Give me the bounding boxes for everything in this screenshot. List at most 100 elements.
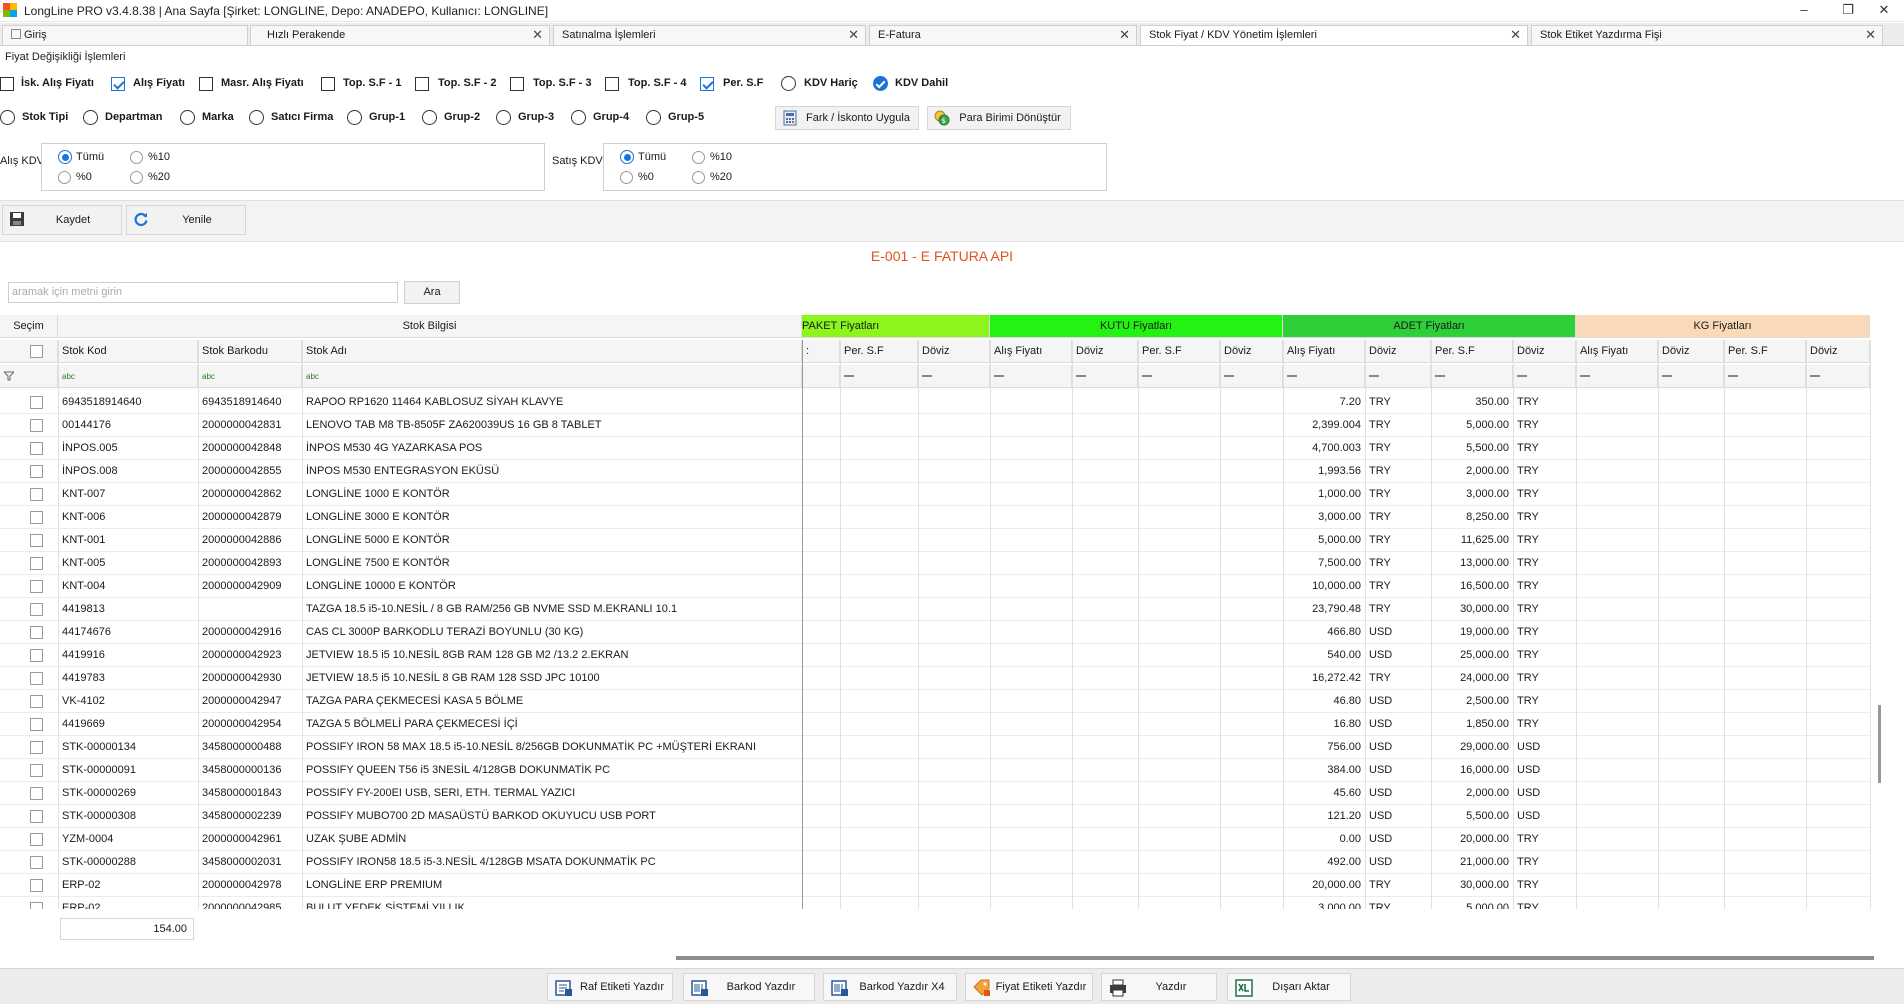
- table-row[interactable]: 6943518914640 6943518914640 RAPOO RP1620 1…: [0, 391, 1870, 414]
- col-paket-2[interactable]: Döviz: [918, 340, 990, 363]
- cell-adet-alis-doviz[interactable]: USD: [1365, 828, 1431, 851]
- table-row[interactable]: İNPOS.008 2000000042855 İNPOS M530 ENTEGRA…: [0, 460, 1870, 483]
- cell-adet-per-sf[interactable]: 3,000.00: [1431, 483, 1513, 506]
- cell-adet-per-sf-doviz[interactable]: TRY: [1513, 483, 1576, 506]
- table-row[interactable]: KNT-001 2000000042886 LONGLİNE 5000 E KONT…: [0, 529, 1870, 552]
- marka-radio[interactable]: [180, 110, 195, 125]
- col-kutu-3[interactable]: Döviz: [1220, 340, 1283, 363]
- col-kg-3[interactable]: Döviz: [1806, 340, 1870, 363]
- row-select-checkbox[interactable]: [30, 557, 43, 570]
- isk-alis-fiyati-checkbox[interactable]: [0, 77, 14, 91]
- row-select-checkbox[interactable]: [30, 465, 43, 478]
- cell-adet-per-sf[interactable]: 30,000.00: [1431, 874, 1513, 897]
- search-button[interactable]: Ara: [404, 281, 460, 304]
- select-all-header[interactable]: [0, 340, 58, 363]
- row-select-checkbox[interactable]: [30, 580, 43, 593]
- cell-adet-per-sf-doviz[interactable]: TRY: [1513, 437, 1576, 460]
- alis-kdv-tumu-radio[interactable]: [58, 150, 72, 164]
- tab-close-icon[interactable]: ✕: [1510, 26, 1521, 44]
- table-row[interactable]: İNPOS.005 2000000042848 İNPOS M530 4G YAZA…: [0, 437, 1870, 460]
- tab-close-icon[interactable]: ✕: [848, 26, 859, 44]
- filter-ku1[interactable]: [1072, 365, 1138, 388]
- row-select-checkbox[interactable]: [30, 764, 43, 777]
- select-all-checkbox[interactable]: [30, 345, 43, 358]
- cell-adet-alis-fiyati[interactable]: 1,000.00: [1283, 483, 1365, 506]
- cell-adet-alis-fiyati[interactable]: 3,000.00: [1283, 897, 1365, 909]
- filter-row-icon[interactable]: [0, 365, 58, 388]
- filter-code[interactable]: abc: [58, 365, 198, 388]
- row-select-checkbox[interactable]: [30, 649, 43, 662]
- vertical-scrollbar[interactable]: [1878, 705, 1881, 783]
- cell-adet-per-sf-doviz[interactable]: TRY: [1513, 414, 1576, 437]
- tab-close-icon[interactable]: ✕: [1865, 26, 1876, 44]
- masr-alis-fiyati-checkbox[interactable]: [199, 77, 213, 91]
- grup-3-radio[interactable]: [496, 110, 511, 125]
- yazdir-button[interactable]: Yazdır: [1101, 973, 1217, 1001]
- cell-adet-per-sf[interactable]: 1,850.00: [1431, 713, 1513, 736]
- tab-stok-etiket[interactable]: Stok Etiket Yazdırma Fişi ✕: [1531, 25, 1883, 45]
- cell-adet-per-sf[interactable]: 21,000.00: [1431, 851, 1513, 874]
- fiyat-etiketi-yazdir-button[interactable]: Fiyat Etiketi Yazdır: [965, 973, 1093, 1001]
- tab-satinalma[interactable]: Satınalma İşlemleri ✕: [553, 25, 866, 45]
- cell-adet-alis-doviz[interactable]: USD: [1365, 690, 1431, 713]
- grup-4-radio[interactable]: [571, 110, 586, 125]
- barkod-yazdir-x4-button[interactable]: Barkod Yazdır X4: [823, 973, 957, 1001]
- table-row[interactable]: ERP-02 2000000042978 LONGLİNE ERP PREMIUM 2…: [0, 874, 1870, 897]
- cell-adet-alis-fiyati[interactable]: 5,000.00: [1283, 529, 1365, 552]
- cell-adet-per-sf-doviz[interactable]: USD: [1513, 782, 1576, 805]
- cell-adet-per-sf-doviz[interactable]: TRY: [1513, 897, 1576, 909]
- col-kg-2[interactable]: Per. S.F: [1724, 340, 1806, 363]
- cell-adet-per-sf[interactable]: 30,000.00: [1431, 598, 1513, 621]
- filter-pk1[interactable]: [840, 365, 918, 388]
- table-row[interactable]: STK-00000134 3458000000488 POSSIFY IRON 58…: [0, 736, 1870, 759]
- filter-ku2[interactable]: [1138, 365, 1220, 388]
- cell-adet-per-sf-doviz[interactable]: TRY: [1513, 874, 1576, 897]
- cell-adet-per-sf-doviz[interactable]: TRY: [1513, 667, 1576, 690]
- cell-adet-per-sf-doviz[interactable]: USD: [1513, 805, 1576, 828]
- save-button[interactable]: Kaydet: [2, 205, 122, 235]
- col-stok-barkodu[interactable]: Stok Barkodu: [198, 340, 302, 363]
- filter-ad3[interactable]: [1513, 365, 1576, 388]
- cell-adet-per-sf[interactable]: 5,500.00: [1431, 437, 1513, 460]
- filter-pk0[interactable]: [802, 365, 840, 388]
- barkod-yazdir-button[interactable]: Barkod Yazdır: [683, 973, 815, 1001]
- cell-adet-alis-doviz[interactable]: TRY: [1365, 575, 1431, 598]
- cell-adet-alis-doviz[interactable]: USD: [1365, 713, 1431, 736]
- cell-adet-per-sf[interactable]: 16,000.00: [1431, 759, 1513, 782]
- cell-adet-alis-fiyati[interactable]: 466.80: [1283, 621, 1365, 644]
- cell-adet-alis-doviz[interactable]: TRY: [1365, 598, 1431, 621]
- row-select-checkbox[interactable]: [30, 626, 43, 639]
- alis-fiyati-checkbox[interactable]: [111, 77, 125, 91]
- cell-adet-per-sf[interactable]: 5,000.00: [1431, 414, 1513, 437]
- cell-adet-per-sf-doviz[interactable]: TRY: [1513, 644, 1576, 667]
- col-adet-3[interactable]: Döviz: [1513, 340, 1576, 363]
- grup-1-radio[interactable]: [347, 110, 362, 125]
- cell-adet-per-sf[interactable]: 19,000.00: [1431, 621, 1513, 644]
- cell-adet-per-sf-doviz[interactable]: TRY: [1513, 598, 1576, 621]
- cell-adet-alis-fiyati[interactable]: 0.00: [1283, 828, 1365, 851]
- satici-firma-radio[interactable]: [249, 110, 264, 125]
- table-row[interactable]: YZM-0004 2000000042961 UZAK ŞUBE ADMİN 0.00…: [0, 828, 1870, 851]
- cell-adet-per-sf[interactable]: 8,250.00: [1431, 506, 1513, 529]
- satis-kdv-tumu-radio[interactable]: [620, 150, 634, 164]
- cell-adet-per-sf-doviz[interactable]: TRY: [1513, 713, 1576, 736]
- table-row[interactable]: 4419783 2000000042930 JETVIEW 18.5 i5 10.N…: [0, 667, 1870, 690]
- top-sf-4-checkbox[interactable]: [605, 77, 619, 91]
- row-select-checkbox[interactable]: [30, 787, 43, 800]
- filter-ku3[interactable]: [1220, 365, 1283, 388]
- table-row[interactable]: KNT-007 2000000042862 LONGLİNE 1000 E KONT…: [0, 483, 1870, 506]
- col-adet-1[interactable]: Döviz: [1365, 340, 1431, 363]
- per-sf-checkbox[interactable]: [700, 77, 714, 91]
- satis-kdv-10-radio[interactable]: [692, 151, 705, 164]
- cell-adet-per-sf-doviz[interactable]: TRY: [1513, 575, 1576, 598]
- filter-kg3[interactable]: [1806, 365, 1870, 388]
- cell-adet-alis-fiyati[interactable]: 45.60: [1283, 782, 1365, 805]
- row-select-checkbox[interactable]: [30, 488, 43, 501]
- cell-adet-alis-doviz[interactable]: TRY: [1365, 437, 1431, 460]
- filter-ad0[interactable]: [1283, 365, 1365, 388]
- row-select-checkbox[interactable]: [30, 511, 43, 524]
- cell-adet-alis-doviz[interactable]: TRY: [1365, 552, 1431, 575]
- top-sf-3-checkbox[interactable]: [510, 77, 524, 91]
- cell-adet-alis-fiyati[interactable]: 23,790.48: [1283, 598, 1365, 621]
- cell-adet-alis-doviz[interactable]: USD: [1365, 805, 1431, 828]
